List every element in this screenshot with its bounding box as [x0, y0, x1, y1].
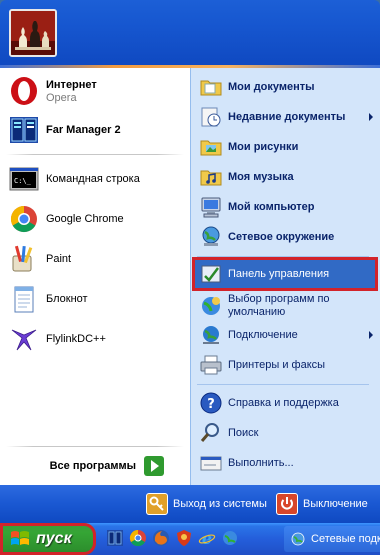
- flylinkdc-icon: [8, 323, 40, 355]
- pinned-item-subtitle: Opera: [46, 91, 77, 104]
- place-recent-documents[interactable]: Недавние документы: [195, 103, 375, 131]
- shutdown-label: Выключение: [303, 498, 368, 510]
- quick-launch-bar: e: [106, 529, 244, 548]
- logoff-label: Выход из системы: [173, 498, 267, 510]
- svg-text:C:\_: C:\_: [14, 177, 32, 185]
- start-button[interactable]: пуск: [0, 523, 96, 555]
- search-magnifier-icon: [199, 421, 223, 445]
- place-printers[interactable]: Принтеры и факсы: [195, 351, 375, 379]
- place-label: Поиск: [228, 427, 259, 439]
- recent-documents-icon: [199, 105, 223, 129]
- printer-icon: [199, 353, 223, 377]
- place-my-documents[interactable]: Мои документы: [195, 73, 375, 101]
- recent-item-notepad[interactable]: Блокнот: [4, 280, 186, 318]
- firefox-quicklaunch-icon[interactable]: [152, 529, 170, 547]
- shutdown-button[interactable]: Выключение: [276, 491, 368, 517]
- place-label: Справка и поддержка: [228, 397, 339, 409]
- pinned-item-internet[interactable]: Интернет Opera: [4, 72, 186, 110]
- place-label: Мой компьютер: [228, 201, 315, 213]
- shield-app-quicklaunch-icon[interactable]: [175, 529, 193, 547]
- place-label: Подключение: [228, 329, 298, 341]
- chrome-quicklaunch-icon[interactable]: [129, 529, 147, 547]
- taskbar: пуск e Сетевые подключения: [0, 523, 380, 555]
- documents-folder-icon: [199, 75, 223, 99]
- place-search[interactable]: Поиск: [195, 419, 375, 447]
- place-connect[interactable]: Подключение: [195, 321, 375, 349]
- far-manager-quicklaunch-icon[interactable]: [106, 529, 124, 547]
- divider: [6, 446, 184, 447]
- divider: [197, 384, 369, 385]
- green-arrow-icon: [144, 456, 164, 476]
- run-icon: [199, 451, 223, 475]
- far-manager-icon: [8, 114, 40, 146]
- place-label: Панель управления: [228, 268, 330, 280]
- place-my-pictures[interactable]: Мои рисунки: [195, 133, 375, 161]
- network-globe-icon: [199, 225, 223, 249]
- programs-pane: Интернет Opera Far Manager 2 C:\_ Команд…: [0, 68, 190, 485]
- recent-item-flylink[interactable]: FlylinkDC++: [4, 320, 186, 358]
- place-run[interactable]: Выполнить...: [195, 449, 375, 477]
- opera-icon: [8, 75, 40, 107]
- internet-explorer-quicklaunch-icon[interactable]: e: [198, 529, 216, 548]
- pinned-item-title: Интернет: [46, 78, 97, 91]
- pinned-item-title: Far Manager 2: [46, 124, 121, 136]
- logoff-button[interactable]: Выход из системы: [146, 491, 267, 517]
- help-icon: ?: [199, 391, 223, 415]
- computer-icon: [199, 195, 223, 219]
- network-quicklaunch-icon[interactable]: [221, 529, 239, 547]
- place-label: Сетевое окружение: [228, 231, 335, 243]
- power-icon: [276, 493, 298, 515]
- svg-text:?: ?: [207, 397, 215, 412]
- place-network[interactable]: Сетевое окружение: [195, 223, 375, 251]
- start-menu-footer: Выход из системы Выключение: [0, 485, 380, 523]
- recent-item-label: Блокнот: [46, 293, 88, 305]
- pinned-item-far-manager[interactable]: Far Manager 2: [4, 111, 186, 149]
- recent-item-label: Paint: [46, 253, 72, 265]
- taskbar-task-network-connections[interactable]: Сетевые подключения: [284, 526, 380, 552]
- submenu-arrow-icon: [369, 113, 373, 121]
- place-default-programs[interactable]: Выбор программ по умолчанию: [195, 290, 375, 322]
- submenu-arrow-icon: [369, 331, 373, 339]
- command-prompt-icon: C:\_: [8, 163, 40, 195]
- place-label: Выбор программ по умолчанию: [228, 293, 330, 318]
- recent-item-label: Google Chrome: [46, 213, 124, 225]
- places-pane: Мои документы Недавние документы Мои рис…: [190, 68, 380, 485]
- music-folder-icon: [199, 165, 223, 189]
- network-connections-icon: [290, 531, 306, 547]
- notepad-icon: [8, 283, 40, 315]
- place-label: Выполнить...: [228, 457, 294, 469]
- place-control-panel[interactable]: Панель управления: [192, 257, 378, 291]
- windows-logo-icon: [10, 529, 30, 549]
- place-label: Принтеры и факсы: [228, 359, 326, 371]
- divider: [6, 154, 184, 155]
- default-programs-icon: [199, 294, 223, 318]
- recent-item-chrome[interactable]: Google Chrome: [4, 200, 186, 238]
- recent-item-label: FlylinkDC++: [46, 333, 106, 345]
- recent-item-label: Командная строка: [46, 173, 140, 185]
- place-help[interactable]: ? Справка и поддержка: [195, 389, 375, 417]
- place-my-computer[interactable]: Мой компьютер: [195, 193, 375, 221]
- pictures-folder-icon: [199, 135, 223, 159]
- start-menu-header: [0, 0, 380, 68]
- start-menu: Интернет Opera Far Manager 2 C:\_ Команд…: [0, 0, 380, 523]
- control-panel-icon: [199, 262, 223, 286]
- place-label: Моя музыка: [228, 171, 294, 183]
- place-label: Мои рисунки: [228, 141, 299, 153]
- place-label: Мои документы: [228, 81, 315, 93]
- recent-item-paint[interactable]: Paint: [4, 240, 186, 278]
- place-my-music[interactable]: Моя музыка: [195, 163, 375, 191]
- key-icon: [146, 493, 168, 515]
- svg-text:e: e: [202, 529, 212, 547]
- divider: [197, 256, 369, 257]
- all-programs-button[interactable]: Все программы: [0, 448, 190, 484]
- chrome-icon: [8, 203, 40, 235]
- connect-globe-icon: [199, 323, 223, 347]
- start-label: пуск: [36, 530, 72, 547]
- all-programs-label: Все программы: [49, 460, 136, 472]
- user-avatar[interactable]: [9, 9, 57, 57]
- paint-icon: [8, 243, 40, 275]
- recent-item-cmd[interactable]: C:\_ Командная строка: [4, 160, 186, 198]
- place-label: Недавние документы: [228, 111, 346, 123]
- task-label: Сетевые подключения: [311, 533, 380, 545]
